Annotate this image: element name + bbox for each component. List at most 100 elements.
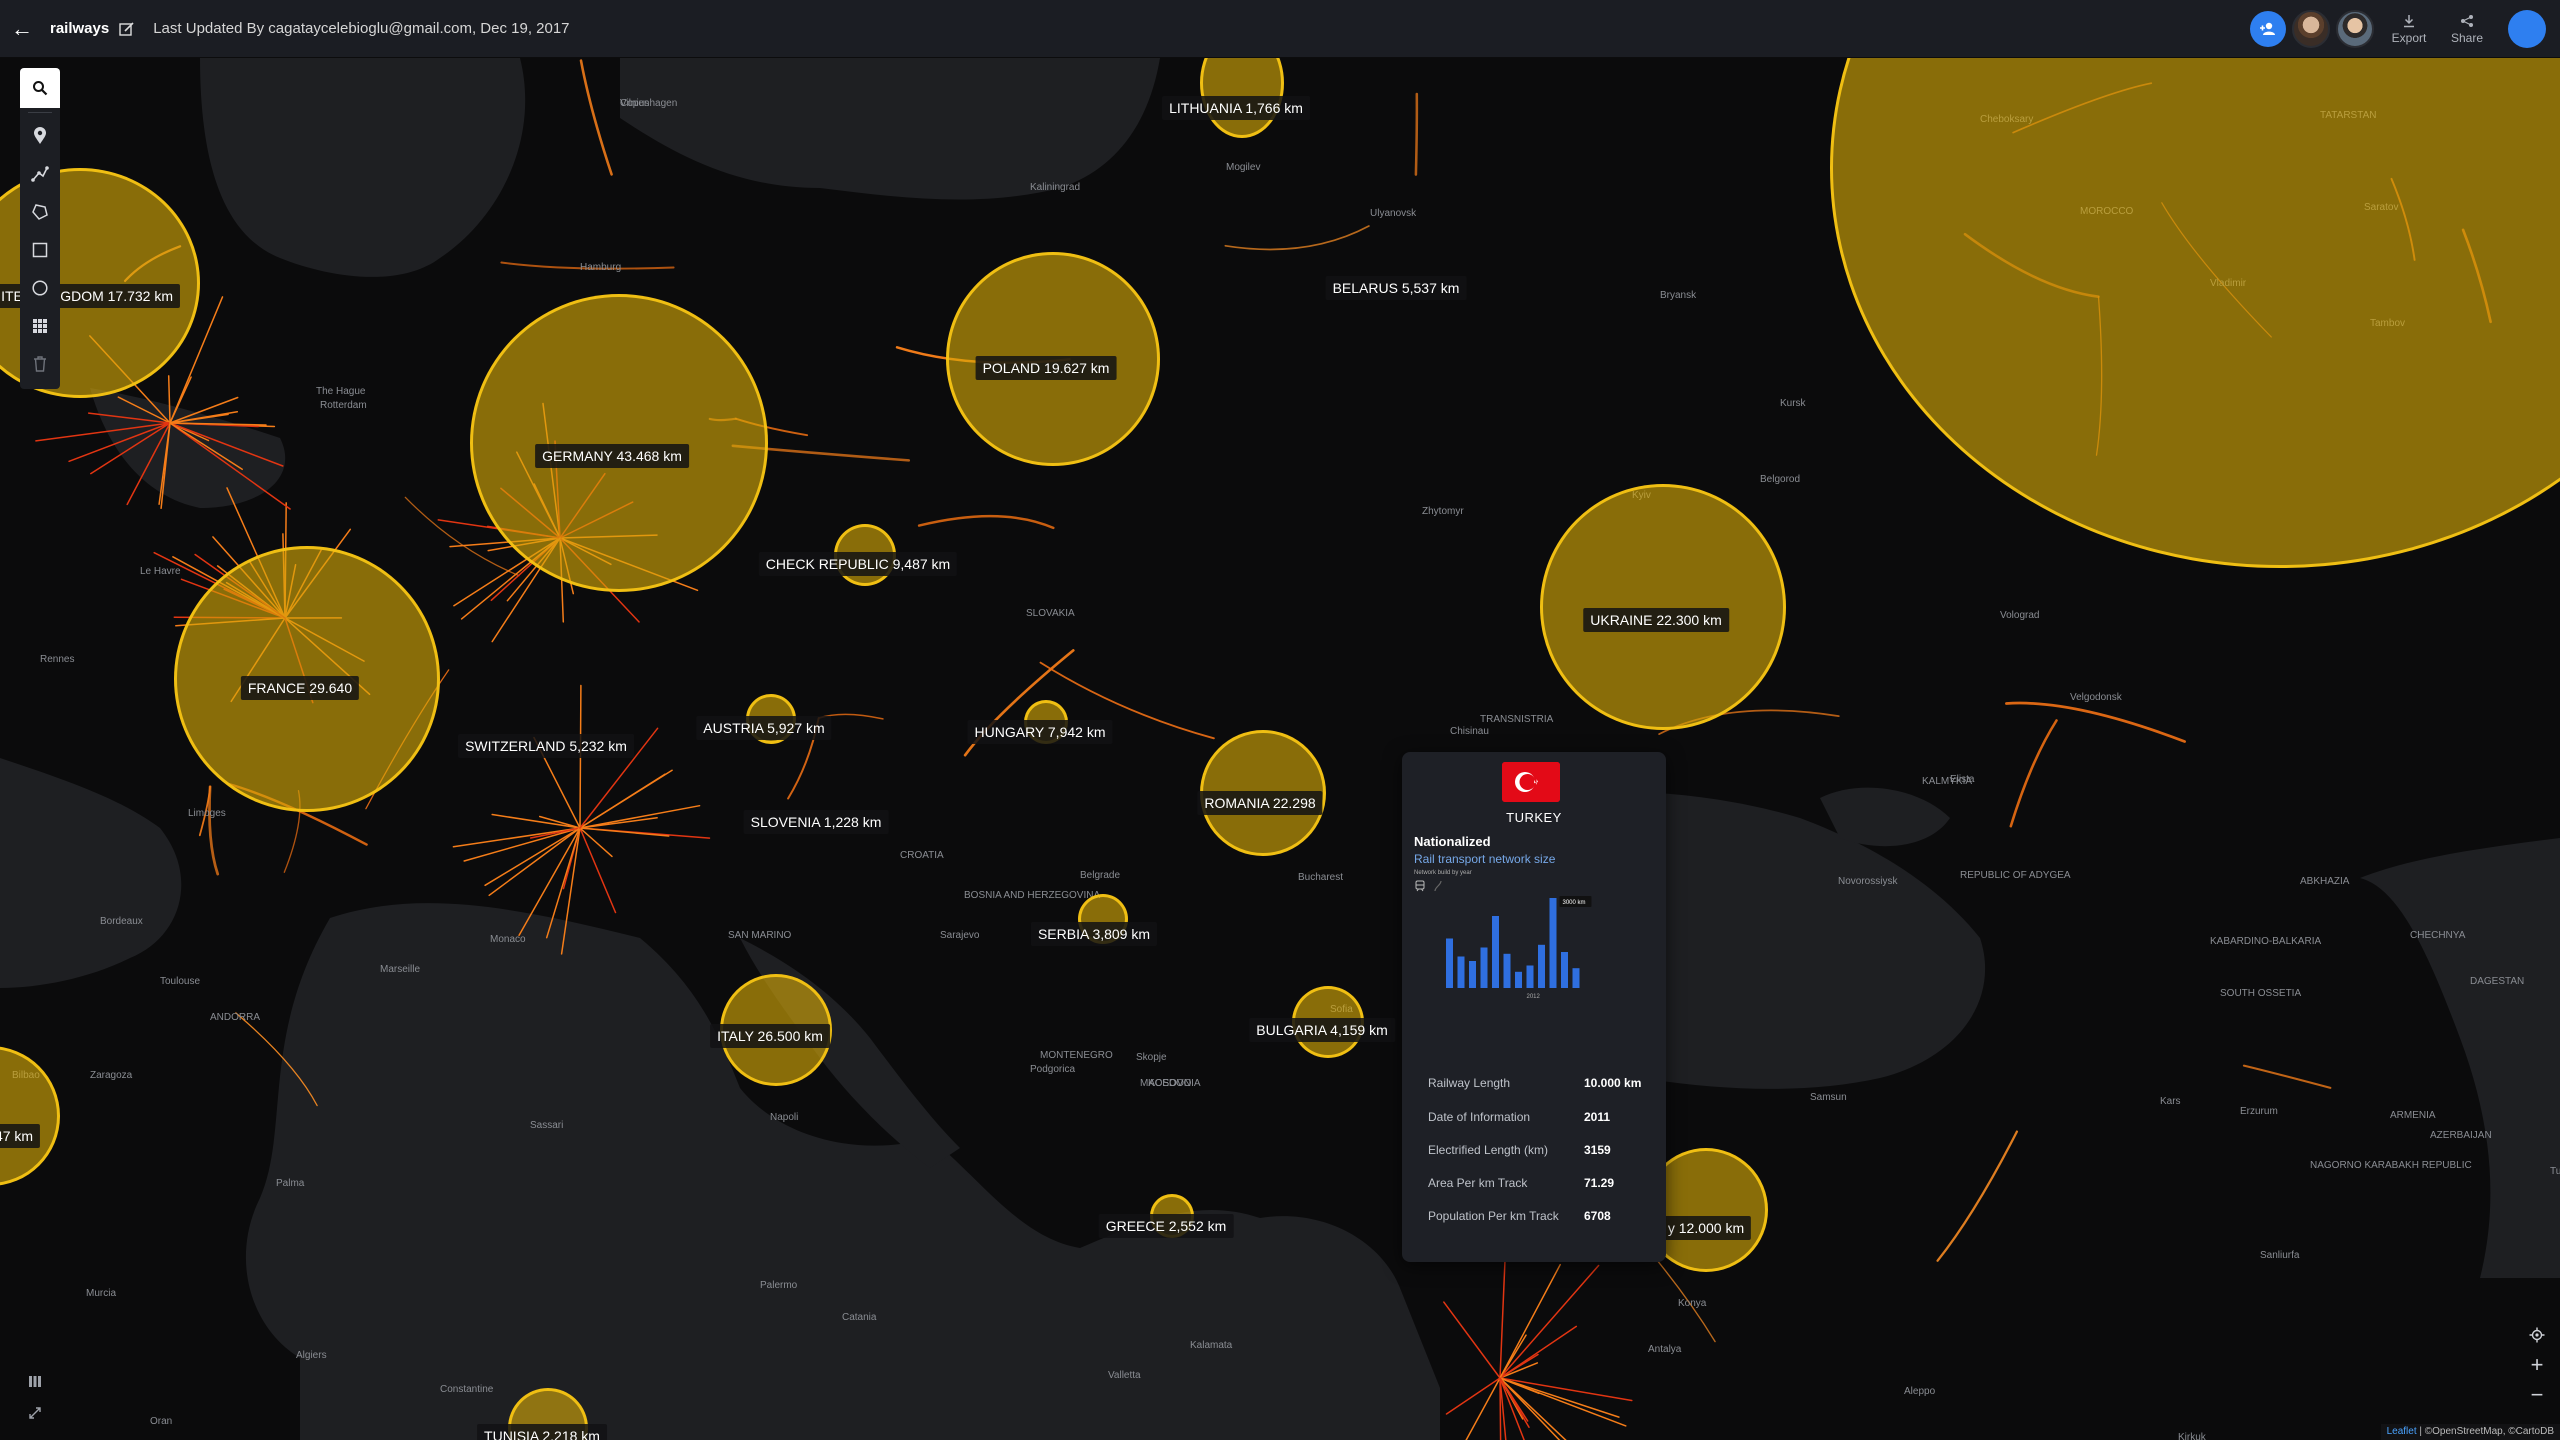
chart-bar: [1526, 965, 1534, 988]
country-label-switzerland: SWITZERLAND 5,232 km: [458, 734, 634, 758]
place-label: NAGORNO KARABAKH REPUBLIC: [2310, 1160, 2472, 1171]
share-button[interactable]: Share: [2438, 0, 2496, 58]
layer-legend-button[interactable]: [22, 1368, 48, 1394]
zoom-controls: + −: [2524, 1320, 2550, 1410]
place-label: Catania: [842, 1312, 877, 1323]
map-canvas[interactable]: Copenhagen Kaliningrad Hamburg The Hague Rot…: [0, 58, 2560, 1440]
place-label: Zaragoza: [90, 1070, 133, 1081]
country-label-hungary: HUNGARY 7,942 km: [967, 720, 1113, 744]
place-label: Erzurum: [2240, 1106, 2278, 1117]
place-label: REPUBLIC OF ADYGEA: [1960, 870, 2071, 881]
popup-title: Nationalized: [1414, 834, 1491, 849]
place-label: MONTENEGRO: [1040, 1050, 1113, 1061]
place-label: Belgrade: [1080, 870, 1120, 881]
place-label: Marseille: [380, 964, 420, 975]
place-label: Kars: [2160, 1096, 2181, 1107]
locate-button[interactable]: [2524, 1320, 2550, 1350]
place-label: Rotterdam: [320, 400, 367, 411]
train-icon[interactable]: [1414, 880, 1426, 892]
row-label: Date of Information: [1428, 1110, 1531, 1124]
add-user-button[interactable]: [2250, 11, 2286, 47]
grid-icon: [33, 319, 47, 333]
place-label: Monaco: [490, 934, 526, 945]
rail-line: [1414, 92, 1419, 176]
bars-icon: [29, 1376, 41, 1387]
avatar[interactable]: [2292, 10, 2330, 48]
network-build-chart: 3000 km 2012: [1446, 896, 1592, 1000]
zoom-out-button[interactable]: −: [2524, 1380, 2550, 1410]
row-value: 10.000 km: [1584, 1076, 1642, 1090]
edit-icon[interactable]: [119, 21, 135, 37]
row-label: Railway Length: [1428, 1076, 1511, 1090]
circle-icon: [32, 280, 48, 296]
place-label: Sarajevo: [940, 930, 980, 941]
map-pin-icon: [34, 127, 46, 144]
leaflet-link[interactable]: Leaflet: [2387, 1426, 2417, 1437]
route-icon[interactable]: [1432, 880, 1444, 892]
chart-bar: [1549, 898, 1557, 988]
draw-toolbar: [20, 68, 60, 389]
popup-transport-icons: [1414, 880, 1444, 892]
zoom-in-button[interactable]: +: [2524, 1350, 2550, 1380]
country-label-greece: GREECE 2,552 km: [1098, 1214, 1234, 1238]
row-label: Electrified Length (km): [1428, 1143, 1549, 1157]
place-label: Rennes: [40, 654, 74, 665]
grid-tool[interactable]: [20, 307, 60, 345]
place-label: DAGESTAN: [2470, 976, 2524, 987]
country-label-lithuania: LITHUANIA 1,766 km: [1162, 96, 1310, 120]
country-label-germany: GERMANY 43.468 km: [535, 444, 689, 468]
draw-polygon-tool[interactable]: [20, 193, 60, 231]
export-icon: [2404, 14, 2414, 27]
polygon-icon: [32, 204, 48, 220]
rectangle-icon: [32, 242, 48, 258]
arrow-left-icon: ←: [11, 15, 33, 41]
map-search-button[interactable]: [20, 68, 60, 108]
country-label-tunisia: TUNISIA 2,218 km: [477, 1424, 607, 1440]
place-label: The Hague: [316, 386, 366, 397]
back-button[interactable]: ←: [0, 0, 44, 58]
draw-line-tool[interactable]: [20, 155, 60, 193]
export-button[interactable]: Export: [2380, 0, 2438, 58]
place-label: TRANSNISTRIA: [1480, 714, 1554, 725]
bubble-ukraine[interactable]: [1540, 484, 1786, 730]
chart-bar: [1515, 971, 1522, 988]
crosshair-icon: [2529, 1327, 2545, 1343]
delete-tool[interactable]: [20, 345, 60, 383]
draw-circle-tool[interactable]: [20, 269, 60, 307]
avatar[interactable]: [2336, 10, 2374, 48]
place-label: ANDORRA: [210, 1012, 260, 1023]
row-value: 71.29: [1584, 1176, 1615, 1190]
country-info-popup: TURKEY Nationalized Rail transport netwo…: [1402, 752, 1666, 1262]
place-label: Algiers: [296, 1350, 327, 1361]
place-label: Kalamata: [1190, 1340, 1233, 1351]
place-label: AZERBAIJAN: [2430, 1130, 2492, 1141]
header-actions: Export Share: [2250, 0, 2560, 58]
place-label: Hamburg: [580, 262, 621, 273]
bubble-germany[interactable]: [470, 294, 768, 592]
polyline-icon: [31, 166, 49, 182]
collapse-button[interactable]: [22, 1400, 48, 1426]
collapse-arrows-icon: [29, 1407, 41, 1419]
country-label-romania: ROMANIA 22.298: [1197, 791, 1323, 815]
place-label: Palermo: [760, 1280, 798, 1291]
country-label-ukraine: UKRAINE 22.300 km: [1583, 608, 1729, 632]
row-value: 6708: [1584, 1209, 1611, 1223]
place-label: ARMENIA: [2390, 1110, 2436, 1121]
place-label: Velgodonsk: [2070, 692, 2123, 703]
place-label: Sassari: [530, 1120, 563, 1131]
country-label-czech-republic: CHECK REPUBLIC 9,487 km: [758, 552, 958, 576]
place-label: BOSNIA AND HERZEGOVINA: [964, 890, 1100, 901]
popup-row-electrified-length: Electrified Length (km) 3159: [1428, 1143, 1658, 1157]
place-label: KABARDINO-BALKARIA: [2210, 936, 2321, 947]
country-label-turkey: y 12.000 km: [1660, 1216, 1752, 1240]
draw-point-tool[interactable]: [20, 117, 60, 155]
place-label: SLOVAKIA: [1026, 608, 1075, 619]
country-label-poland: POLAND 19.627 km: [975, 356, 1117, 380]
trash-icon: [34, 356, 46, 372]
place-label: Bucharest: [1298, 872, 1343, 883]
draw-rectangle-tool[interactable]: [20, 231, 60, 269]
turkey-flag: [1502, 762, 1560, 802]
chart-bar: [1561, 952, 1568, 988]
popup-chart-caption: Network build by year: [1414, 870, 1472, 876]
user-avatar[interactable]: [2508, 10, 2546, 48]
